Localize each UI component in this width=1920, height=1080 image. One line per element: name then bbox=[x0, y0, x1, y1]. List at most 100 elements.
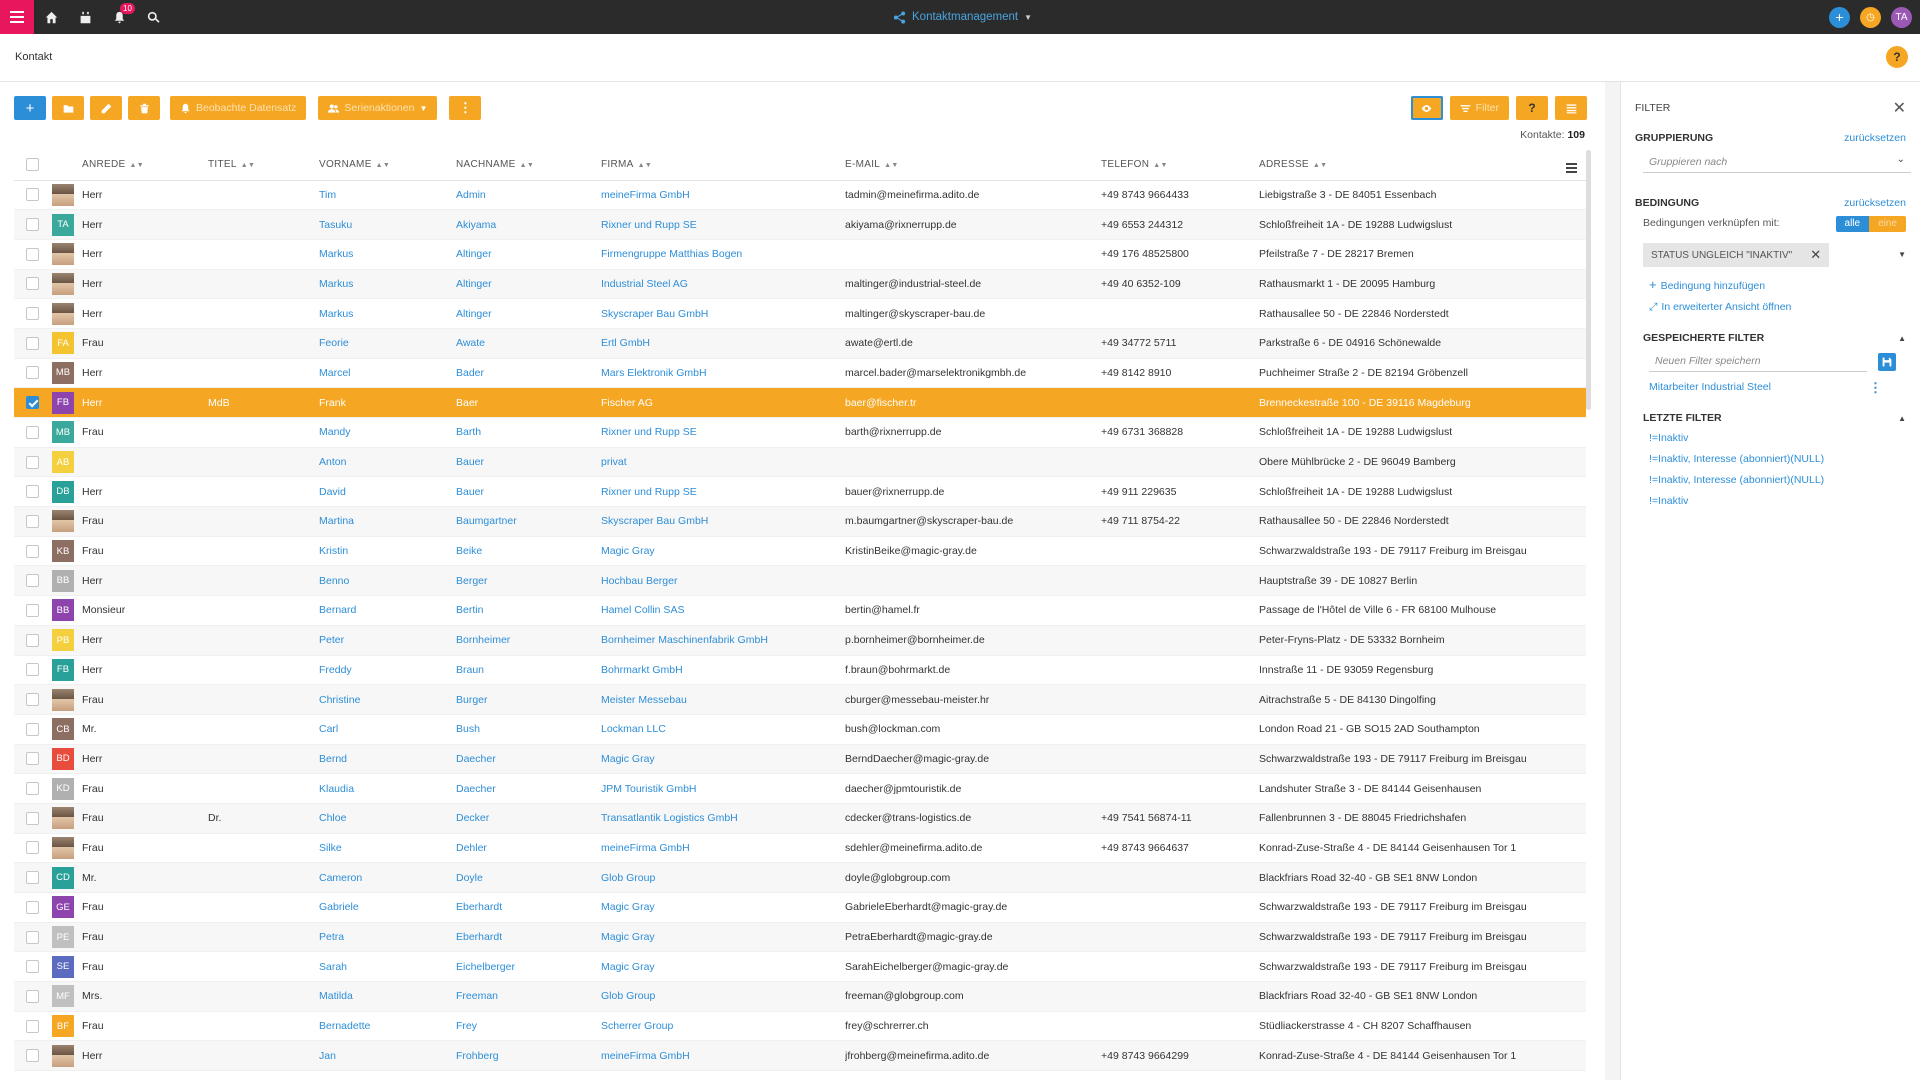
cell-nachname[interactable]: Berger bbox=[456, 565, 601, 597]
cell-vorname[interactable]: Markus bbox=[319, 239, 456, 270]
delete-button[interactable] bbox=[128, 96, 160, 120]
table-row[interactable]: BF Frau Bernadette Frey Scherrer Group frey@s… bbox=[14, 1011, 1586, 1042]
table-row[interactable]: FB Herr MdB Frank Baer Fischer AG baer@fischer… bbox=[14, 387, 1586, 418]
row-checkbox[interactable] bbox=[26, 307, 39, 321]
cell-vorname[interactable]: Jan bbox=[319, 1040, 456, 1072]
row-checkbox[interactable] bbox=[26, 188, 39, 202]
cell-firma[interactable]: Glob Group bbox=[601, 862, 845, 893]
row-checkbox[interactable] bbox=[26, 1049, 39, 1063]
row-checkbox[interactable] bbox=[26, 960, 39, 974]
table-row[interactable]: Frau Christine Burger Meister Messebau cburg… bbox=[14, 684, 1586, 715]
recent-filter-item[interactable]: !=Inaktiv bbox=[1649, 495, 1688, 507]
row-checkbox[interactable] bbox=[26, 752, 39, 766]
toggle-all-option[interactable]: alle bbox=[1835, 216, 1870, 232]
close-icon[interactable]: ✕ bbox=[1893, 98, 1906, 118]
column-header-nachname[interactable]: Nachname ▲▼ bbox=[456, 150, 601, 181]
cell-nachname[interactable]: Daecher bbox=[456, 744, 601, 775]
row-checkbox[interactable] bbox=[26, 841, 39, 855]
cell-nachname[interactable]: Bertin bbox=[456, 595, 601, 626]
cell-nachname[interactable]: Doyle bbox=[456, 862, 601, 893]
add-icon[interactable]: + bbox=[1829, 6, 1850, 28]
observe-record-button[interactable]: Beobachte Datensatz bbox=[170, 96, 307, 120]
cell-nachname[interactable]: Awate bbox=[456, 328, 601, 359]
cell-firma[interactable]: Scherrer Group bbox=[601, 1011, 845, 1042]
cell-firma[interactable]: Transatlantik Logistics GmbH bbox=[601, 803, 845, 834]
cell-nachname[interactable]: Akiyama bbox=[456, 209, 601, 240]
row-checkbox[interactable] bbox=[26, 871, 39, 885]
cell-nachname[interactable]: Daecher bbox=[456, 773, 601, 804]
cell-vorname[interactable]: Silke bbox=[319, 833, 456, 864]
cell-vorname[interactable]: Tim bbox=[319, 180, 456, 211]
cell-nachname[interactable]: Braun bbox=[456, 655, 601, 686]
table-row[interactable]: Frau Silke Dehler meineFirma GmbH sdehler@me… bbox=[14, 833, 1586, 864]
cell-vorname[interactable]: Cameron bbox=[319, 862, 456, 893]
column-header-adresse[interactable]: Adresse ▲▼ bbox=[1259, 150, 1566, 181]
table-row[interactable]: BD Herr Bernd Daecher Magic Gray BerndDaecher… bbox=[14, 744, 1586, 775]
filter-toggle-button[interactable]: Filter bbox=[1449, 96, 1509, 120]
row-checkbox[interactable] bbox=[26, 663, 39, 677]
cell-nachname[interactable]: Barth bbox=[456, 417, 601, 448]
table-row[interactable]: SE Frau Sarah Eichelberger Magic Gray SarahEi… bbox=[14, 951, 1586, 983]
group-by-select[interactable]: Gruppieren nach ⌄ bbox=[1643, 151, 1911, 173]
row-checkbox[interactable] bbox=[26, 782, 39, 796]
cell-nachname[interactable]: Beike bbox=[456, 536, 601, 567]
cell-vorname[interactable]: Martina bbox=[319, 506, 456, 537]
cell-firma[interactable]: Bornheimer Maschinenfabrik GmbH bbox=[601, 625, 845, 656]
cell-vorname[interactable]: Kristin bbox=[319, 536, 456, 567]
column-header-anrede[interactable]: Anrede ▲▼ bbox=[82, 150, 208, 181]
table-row[interactable]: TA Herr Tasuku Akiyama Rixner und Rupp SE aki… bbox=[14, 209, 1586, 240]
cell-firma[interactable]: Magic Gray bbox=[601, 536, 845, 567]
row-checkbox[interactable] bbox=[26, 455, 39, 469]
table-row[interactable]: Herr Tim Admin meineFirma GmbH tadmin@meinef… bbox=[14, 180, 1586, 211]
cell-firma[interactable]: Bohrmarkt GmbH bbox=[601, 655, 845, 686]
cell-firma[interactable]: Mars Elektronik GmbH bbox=[601, 358, 845, 389]
row-checkbox[interactable] bbox=[26, 425, 39, 439]
preview-toggle-button[interactable] bbox=[1410, 96, 1443, 120]
column-header-email[interactable]: E-Mail ▲▼ bbox=[845, 150, 1101, 181]
cell-vorname[interactable]: Matilda bbox=[319, 981, 456, 1012]
cell-vorname[interactable]: Frank bbox=[319, 387, 456, 418]
cell-vorname[interactable]: Feorie bbox=[319, 328, 456, 359]
cell-vorname[interactable]: Bernard bbox=[319, 595, 456, 626]
cell-firma[interactable]: Magic Gray bbox=[601, 922, 845, 953]
cell-firma[interactable]: Ertl GmbH bbox=[601, 328, 845, 359]
cell-nachname[interactable]: Bauer bbox=[456, 476, 601, 508]
column-menu-icon[interactable] bbox=[1566, 162, 1577, 173]
cell-vorname[interactable]: Benno bbox=[319, 565, 456, 597]
cell-firma[interactable]: Rixner und Rupp SE bbox=[601, 209, 845, 240]
collapse-caret-icon[interactable]: ▲ bbox=[1898, 414, 1906, 423]
caret-down-icon[interactable]: ▼ bbox=[1898, 250, 1906, 259]
add-condition-link[interactable]: + Bedingung hinzufügen bbox=[1649, 277, 1765, 292]
cell-firma[interactable]: meineFirma GmbH bbox=[601, 180, 845, 211]
table-row[interactable]: MB Frau Mandy Barth Rixner und Rupp SE barth@… bbox=[14, 417, 1586, 448]
table-row[interactable]: DB Herr David Bauer Rixner und Rupp SE bauer@… bbox=[14, 476, 1586, 508]
cell-vorname[interactable]: Bernadette bbox=[319, 1011, 456, 1042]
table-row[interactable]: FB Herr Freddy Braun Bohrmarkt GmbH f.braun@b… bbox=[14, 655, 1586, 686]
toggle-one-option[interactable]: eine bbox=[1869, 216, 1906, 232]
open-advanced-link[interactable]: ⤢ In erweiterter Ansicht öffnen bbox=[1649, 301, 1791, 314]
cell-vorname[interactable]: Gabriele bbox=[319, 892, 456, 923]
cell-firma[interactable]: Meister Messebau bbox=[601, 684, 845, 715]
open-button[interactable] bbox=[52, 96, 84, 120]
cell-nachname[interactable]: Freeman bbox=[456, 981, 601, 1012]
row-checkbox[interactable] bbox=[26, 989, 39, 1003]
table-row[interactable]: BB Herr Benno Berger Hochbau Berger Hauptstra… bbox=[14, 565, 1586, 597]
cell-firma[interactable]: meineFirma GmbH bbox=[601, 1040, 845, 1072]
save-filter-button[interactable] bbox=[1878, 353, 1896, 371]
cell-nachname[interactable]: Decker bbox=[456, 803, 601, 834]
cell-vorname[interactable]: Markus bbox=[319, 298, 456, 329]
row-checkbox[interactable] bbox=[26, 336, 39, 350]
cell-vorname[interactable]: Mandy bbox=[319, 417, 456, 448]
cell-vorname[interactable]: Tasuku bbox=[319, 209, 456, 240]
cell-firma[interactable]: Firmengruppe Matthias Bogen bbox=[601, 239, 845, 270]
link-conditions-toggle[interactable]: alle eine bbox=[1835, 216, 1906, 232]
cell-vorname[interactable]: Peter bbox=[319, 625, 456, 656]
cell-firma[interactable]: Magic Gray bbox=[601, 744, 845, 775]
column-header-vorname[interactable]: Vorname ▲▼ bbox=[319, 150, 456, 181]
save-filter-input[interactable]: Neuen Filter speichern bbox=[1649, 350, 1867, 372]
app-switcher[interactable]: Kontaktmanagement ▼ bbox=[893, 0, 1032, 34]
table-row[interactable]: Herr Markus Altinger Industrial Steel AG mal… bbox=[14, 269, 1586, 300]
cell-vorname[interactable]: Carl bbox=[319, 714, 456, 745]
cell-nachname[interactable]: Bader bbox=[456, 358, 601, 389]
bell-icon[interactable]: 10 bbox=[102, 0, 136, 34]
